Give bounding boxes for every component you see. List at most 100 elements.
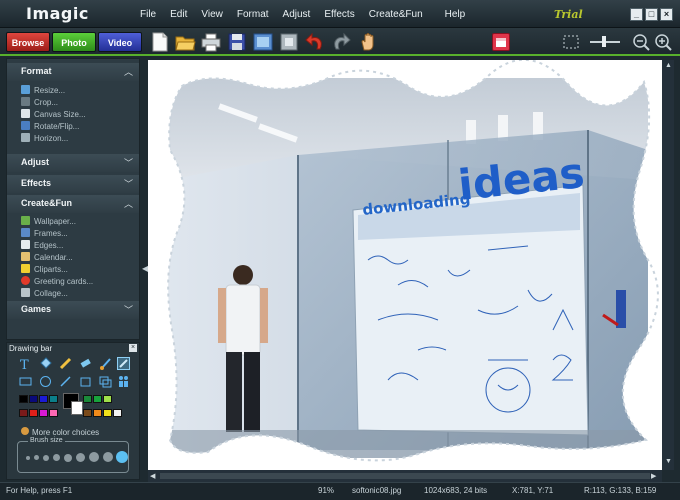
stamp-tool-icon[interactable]: [79, 375, 92, 388]
menu-help[interactable]: Help: [445, 9, 466, 20]
createfun-wallpaper[interactable]: Wallpaper...: [21, 216, 76, 228]
zoom-out-icon[interactable]: [630, 31, 652, 53]
status-help: For Help, press F1: [6, 486, 73, 495]
maximize-button[interactable]: □: [645, 8, 658, 21]
section-games[interactable]: Games ﹀: [7, 301, 139, 319]
scroll-right-arrow-icon[interactable]: ▶: [651, 472, 656, 480]
zoom-slider-knob[interactable]: [602, 36, 606, 47]
brush-icon[interactable]: [99, 357, 112, 370]
scroll-left-arrow-icon[interactable]: ◀: [150, 472, 155, 480]
chevron-down-icon[interactable]: ﹀: [124, 177, 133, 190]
print-icon[interactable]: [200, 31, 222, 53]
menu-adjust[interactable]: Adjust: [283, 9, 311, 20]
video-mode-button[interactable]: Video: [98, 32, 142, 52]
brush-size-7[interactable]: [89, 452, 99, 462]
undo-icon[interactable]: [304, 31, 326, 53]
chevron-up-icon[interactable]: ︿: [124, 65, 133, 78]
color-swatch[interactable]: [49, 409, 58, 417]
color-swatch[interactable]: [39, 409, 48, 417]
brush-size-3[interactable]: [43, 455, 49, 461]
people-tool-icon[interactable]: [117, 375, 130, 388]
view-icon[interactable]: [278, 31, 300, 53]
scroll-up-arrow-icon[interactable]: ▲: [665, 62, 672, 69]
fill-bucket-icon[interactable]: [39, 357, 52, 370]
rectangle-tool-icon[interactable]: [19, 375, 32, 388]
color-swatch[interactable]: [103, 395, 112, 403]
menu-file[interactable]: File: [140, 9, 156, 20]
chevron-down-icon[interactable]: ﹀: [124, 303, 133, 316]
menu-format[interactable]: Format: [237, 9, 269, 20]
eraser-icon[interactable]: [79, 357, 92, 370]
scroll-down-arrow-icon[interactable]: ▼: [665, 458, 672, 465]
calendar-small-icon: [21, 252, 30, 261]
menu-view[interactable]: View: [201, 9, 223, 20]
format-horizon[interactable]: Horizon...: [21, 133, 68, 145]
ellipse-tool-icon[interactable]: [39, 375, 52, 388]
createfun-greeting-cards[interactable]: Greeting cards...: [21, 276, 93, 288]
color-swatch[interactable]: [83, 395, 92, 403]
createfun-frames[interactable]: Frames...: [21, 228, 68, 240]
hand-pan-icon[interactable]: [358, 31, 380, 53]
calendar-icon[interactable]: [492, 33, 510, 51]
minimize-button[interactable]: _: [630, 8, 643, 21]
clone-tool-icon[interactable]: [99, 375, 112, 388]
open-folder-icon[interactable]: [174, 31, 196, 53]
color-swatch[interactable]: [103, 409, 112, 417]
color-swatch[interactable]: [113, 409, 122, 417]
menu-effects[interactable]: Effects: [324, 9, 354, 20]
color-swatch[interactable]: [29, 395, 38, 403]
color-swatch[interactable]: [93, 395, 102, 403]
color-swatch[interactable]: [29, 409, 38, 417]
color-swatch[interactable]: [49, 395, 58, 403]
format-canvas-size[interactable]: Canvas Size...: [21, 109, 86, 121]
color-swatch[interactable]: [39, 395, 48, 403]
save-icon[interactable]: [226, 31, 248, 53]
close-button[interactable]: ×: [660, 8, 673, 21]
new-file-icon[interactable]: [148, 31, 170, 53]
browse-mode-button[interactable]: Browse: [6, 32, 50, 52]
color-swatch[interactable]: [93, 409, 102, 417]
brush-size-2[interactable]: [34, 455, 39, 460]
more-colors-link[interactable]: More color choices: [21, 427, 99, 437]
secondary-color-swatch[interactable]: [71, 401, 83, 415]
format-resize[interactable]: Resize...: [21, 85, 65, 97]
pencil-icon[interactable]: [59, 357, 72, 370]
redo-icon[interactable]: [330, 31, 352, 53]
selection-icon[interactable]: [560, 31, 582, 53]
section-createfun[interactable]: Create&Fun ︿: [7, 195, 139, 213]
photo-mode-button[interactable]: Photo: [52, 32, 96, 52]
createfun-collage[interactable]: Collage...: [21, 288, 68, 300]
section-adjust[interactable]: Adjust ﹀: [7, 154, 139, 172]
image-canvas[interactable]: downloading ideas: [148, 60, 662, 470]
createfun-cliparts[interactable]: Cliparts...: [21, 264, 68, 276]
line-tool-icon[interactable]: [59, 375, 72, 388]
section-effects[interactable]: Effects ﹀: [7, 175, 139, 193]
brush-size-4[interactable]: [53, 454, 60, 461]
brush-size-6[interactable]: [76, 453, 85, 462]
menu-bar: File Edit View Format Adjust Effects Cre…: [140, 9, 479, 20]
chevron-down-icon[interactable]: ﹀: [124, 156, 133, 169]
format-rotate-flip[interactable]: Rotate/Flip...: [21, 121, 79, 133]
image-frame-icon[interactable]: [252, 31, 274, 53]
color-swatch[interactable]: [19, 395, 28, 403]
chevron-up-icon[interactable]: ︿: [124, 197, 133, 210]
color-swatch[interactable]: [83, 409, 92, 417]
color-picker-icon[interactable]: [117, 357, 130, 370]
menu-edit[interactable]: Edit: [170, 9, 187, 20]
color-swatch[interactable]: [19, 409, 28, 417]
zoom-in-icon[interactable]: [652, 31, 674, 53]
vertical-scrollbar[interactable]: ▲ ▼: [662, 60, 674, 470]
drawing-bar-close-icon[interactable]: ×: [129, 344, 137, 352]
createfun-edges[interactable]: Edges...: [21, 240, 63, 252]
brush-size-5[interactable]: [64, 454, 72, 462]
section-format[interactable]: Format ︿: [7, 63, 139, 81]
text-tool-icon[interactable]: T: [19, 357, 32, 373]
format-crop[interactable]: Crop...: [21, 97, 58, 109]
menu-createfun[interactable]: Create&Fun: [369, 9, 423, 20]
createfun-cliparts-label: Cliparts...: [34, 265, 68, 274]
brush-size-8[interactable]: [103, 452, 113, 462]
brush-size-1[interactable]: [26, 456, 30, 460]
horizontal-scroll-thumb[interactable]: [160, 473, 650, 479]
brush-size-9-selected[interactable]: [116, 451, 128, 463]
createfun-calendar[interactable]: Calendar...: [21, 252, 73, 264]
